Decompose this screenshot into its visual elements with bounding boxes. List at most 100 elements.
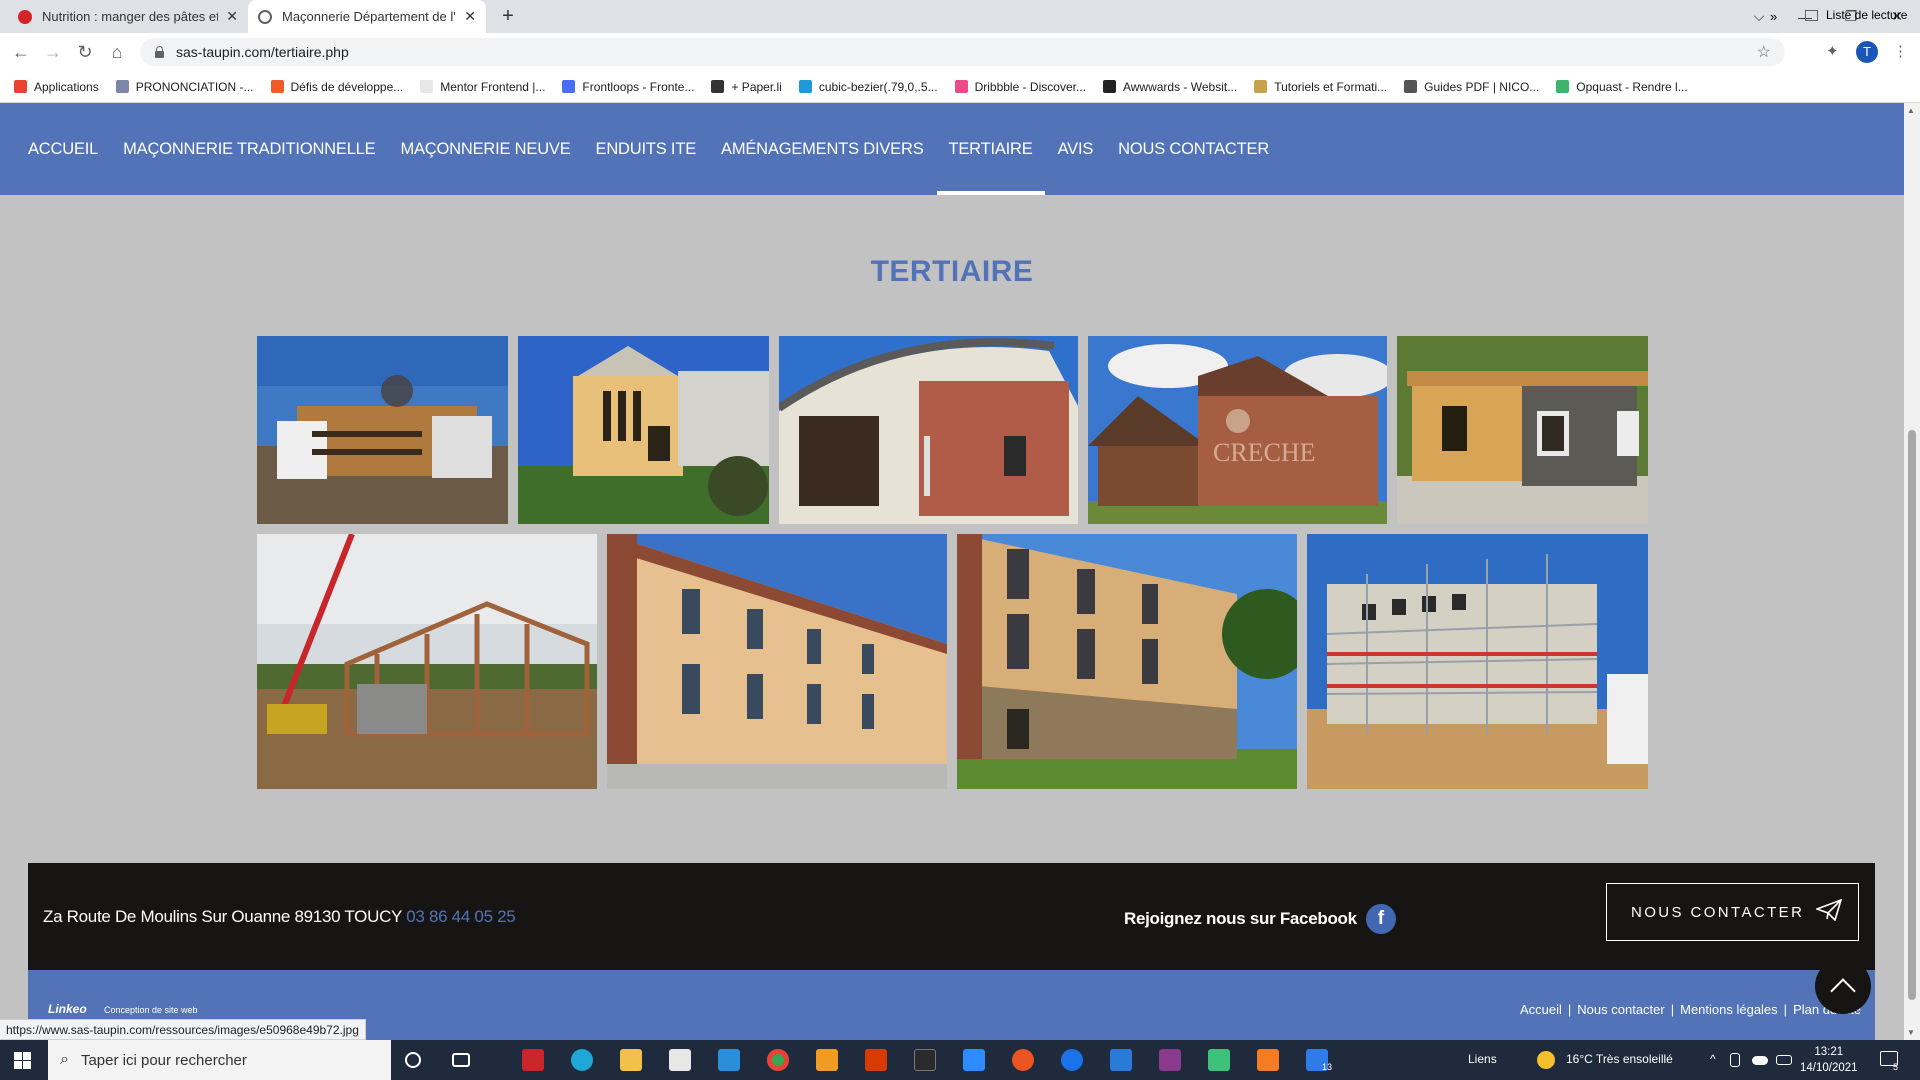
footer-link-accueil[interactable]: Accueil xyxy=(1520,1002,1562,1017)
bookmark-item[interactable]: PRONONCIATION -... xyxy=(115,80,254,94)
bookmark-item[interactable]: Opquast - Rendre l... xyxy=(1556,79,1688,94)
tab-close-icon[interactable]: ✕ xyxy=(226,8,238,25)
facebook-text: Rejoignez nous sur Facebook xyxy=(1124,909,1357,928)
bookmark-item[interactable]: Défis de développe... xyxy=(270,79,404,94)
bookmark-item[interactable]: cubic-bezier(.79,0,.5... xyxy=(798,79,938,94)
nav-item-tertiaire[interactable]: TERTIAIRE xyxy=(936,103,1045,195)
reading-list-icon xyxy=(1805,9,1818,21)
nav-item-enduits-ite[interactable]: ENDUITS ITE xyxy=(596,103,697,195)
gallery-photo-creche-building[interactable]: CRECHE xyxy=(1088,336,1387,524)
taskbar-clock[interactable]: 13:21 14/10/2021 xyxy=(1800,1044,1858,1076)
store-icon[interactable] xyxy=(669,1049,691,1071)
vscode-icon[interactable] xyxy=(1110,1049,1132,1071)
tab-close-icon[interactable]: ✕ xyxy=(464,8,476,25)
taskbar-search-input[interactable]: ⌕ Taper ici pour rechercher xyxy=(48,1040,391,1080)
battery-icon[interactable] xyxy=(1776,1055,1792,1065)
cortana-icon[interactable] xyxy=(405,1052,421,1068)
bookmark-item[interactable]: Tutoriels et Formati... xyxy=(1254,80,1387,94)
bookmark-item[interactable]: Applications xyxy=(14,80,99,94)
linkeo-logo[interactable]: Linkeo xyxy=(48,1002,87,1016)
footer-link-mentions[interactable]: Mentions légales xyxy=(1680,1002,1778,1017)
bookmark-label: Opquast - Rendre l... xyxy=(1576,79,1688,94)
svg-text:CRECHE: CRECHE xyxy=(1213,438,1316,467)
terminal-icon[interactable] xyxy=(914,1049,936,1071)
gallery-photo-brick-building-stone-base[interactable] xyxy=(957,534,1297,789)
bookmark-label: + Paper.li xyxy=(731,79,782,94)
nav-item-maçonnerie-traditionnelle[interactable]: MAÇONNERIE TRADITIONNELLE xyxy=(123,103,376,195)
bookmark-star-icon[interactable]: ☆ xyxy=(1757,42,1771,62)
bookmark-favicon-icon xyxy=(562,80,576,93)
browser-tab-maconnerie[interactable]: Maçonnerie Département de l'Yo ✕ xyxy=(248,0,486,33)
browser-tab-nutrition[interactable]: Nutrition : manger des pâtes et c ✕ xyxy=(8,0,248,33)
browser-menu-icon[interactable]: ⋮ xyxy=(1893,42,1908,60)
reading-list-label: Liste de lecture xyxy=(1826,8,1908,22)
nav-item-accueil[interactable]: ACCUEIL xyxy=(28,103,98,195)
scroll-up-arrow-icon[interactable]: ▲ xyxy=(1907,106,1915,115)
home-button[interactable]: ⌂ xyxy=(105,42,129,63)
reload-button[interactable]: ↻ xyxy=(73,42,97,63)
chrome-icon[interactable] xyxy=(767,1049,789,1071)
taskbar-app-icon-3[interactable] xyxy=(1208,1049,1230,1071)
scrollbar-thumb[interactable] xyxy=(1908,430,1916,1000)
footer-address-block: Za Route De Moulins Sur Ouanne 89130 TOU… xyxy=(43,907,516,927)
bookmarks-overflow-icon[interactable]: » xyxy=(1770,9,1777,24)
office-icon[interactable] xyxy=(865,1049,887,1071)
bookmark-item[interactable]: Frontloops - Fronte... xyxy=(562,80,694,94)
ubuntu-icon[interactable] xyxy=(1012,1049,1034,1071)
task-view-icon[interactable] xyxy=(452,1053,470,1067)
bookmark-label: Défis de développe... xyxy=(290,79,404,94)
edge-icon[interactable] xyxy=(571,1049,593,1071)
bookmark-item[interactable]: Mentor Frontend |... xyxy=(420,80,545,94)
links-toolbar[interactable]: Liens xyxy=(1468,1052,1497,1066)
bookmark-favicon-icon xyxy=(1254,80,1268,93)
gallery-photo-brick-school-building[interactable] xyxy=(607,534,947,789)
zoom-icon[interactable] xyxy=(963,1049,985,1071)
bookmark-item[interactable]: Dribbble - Discover... xyxy=(954,80,1086,94)
mail-icon[interactable] xyxy=(718,1049,740,1071)
weather-text[interactable]: 16°C Très ensoleillé xyxy=(1566,1052,1673,1066)
sublime-icon[interactable] xyxy=(816,1049,838,1071)
bookmark-item[interactable]: + Paper.li xyxy=(711,79,782,94)
back-button[interactable]: ← xyxy=(9,42,33,63)
maps-icon[interactable] xyxy=(1061,1049,1083,1071)
tray-device-icon[interactable] xyxy=(1730,1053,1740,1067)
gallery-photo-office-building-wood-cladding[interactable] xyxy=(257,336,508,524)
xampp-icon[interactable] xyxy=(1257,1049,1279,1071)
reading-list-button[interactable]: Liste de lecture xyxy=(1805,8,1907,22)
bookmark-favicon-icon xyxy=(711,80,725,93)
gallery-photo-timber-frame-with-crane[interactable] xyxy=(257,534,597,789)
bookmark-item[interactable]: Guides PDF | NICO... xyxy=(1404,80,1539,94)
scroll-down-arrow-icon[interactable]: ▼ xyxy=(1907,1028,1915,1037)
bookmark-favicon-icon xyxy=(115,80,129,93)
footer-link-contact[interactable]: Nous contacter xyxy=(1577,1002,1664,1017)
profile-avatar[interactable]: T xyxy=(1856,41,1878,63)
url-field[interactable]: sas-taupin.com/tertiaire.php ☆ xyxy=(140,38,1785,66)
bookmark-item[interactable]: Awwwards - Websit... xyxy=(1102,80,1237,94)
taskbar-app-icon-1[interactable] xyxy=(522,1049,544,1071)
forward-button[interactable]: → xyxy=(41,42,65,63)
page-scrollbar[interactable]: ▲ ▼ xyxy=(1904,103,1920,1040)
nav-item-nous-contacter[interactable]: NOUS CONTACTER xyxy=(1118,103,1269,195)
gallery-photo-building-under-construction-stone[interactable] xyxy=(1397,336,1648,524)
tray-chevron-icon[interactable]: ^ xyxy=(1710,1052,1716,1066)
windows-start-icon[interactable] xyxy=(14,1052,31,1069)
file-explorer-icon[interactable] xyxy=(620,1049,642,1071)
gallery-photo-yellow-building-with-windows[interactable] xyxy=(518,336,769,524)
gallery-photo-scaffolding-construction[interactable] xyxy=(1307,534,1648,789)
taskbar-app-icon-2[interactable] xyxy=(1159,1049,1181,1071)
scroll-to-top-button[interactable] xyxy=(1815,958,1871,1014)
extensions-puzzle-icon[interactable]: ✦ xyxy=(1826,42,1839,60)
new-tab-button[interactable]: + xyxy=(496,5,520,29)
nav-item-aménagements-divers[interactable]: AMÉNAGEMENTS DIVERS xyxy=(721,103,924,195)
nav-item-maçonnerie-neuve[interactable]: MAÇONNERIE NEUVE xyxy=(400,103,570,195)
footer-phone-link[interactable]: 03 86 44 05 25 xyxy=(406,907,516,926)
site-main-nav: ACCUEIL MAÇONNERIE TRADITIONNELLE MAÇONNER… xyxy=(0,103,1904,195)
onedrive-icon[interactable] xyxy=(1752,1056,1768,1065)
nav-item-avis[interactable]: AVIS xyxy=(1058,103,1094,195)
facebook-link[interactable]: Rejoignez nous sur Facebook f xyxy=(1124,904,1396,934)
bookmark-label: cubic-bezier(.79,0,.5... xyxy=(818,79,938,94)
paper-plane-icon xyxy=(1815,898,1843,925)
gallery-photo-curved-roof-brick-building[interactable] xyxy=(779,336,1078,524)
contact-button[interactable]: NOUS CONTACTER xyxy=(1606,883,1859,941)
search-placeholder: Taper ici pour rechercher xyxy=(80,1051,247,1069)
